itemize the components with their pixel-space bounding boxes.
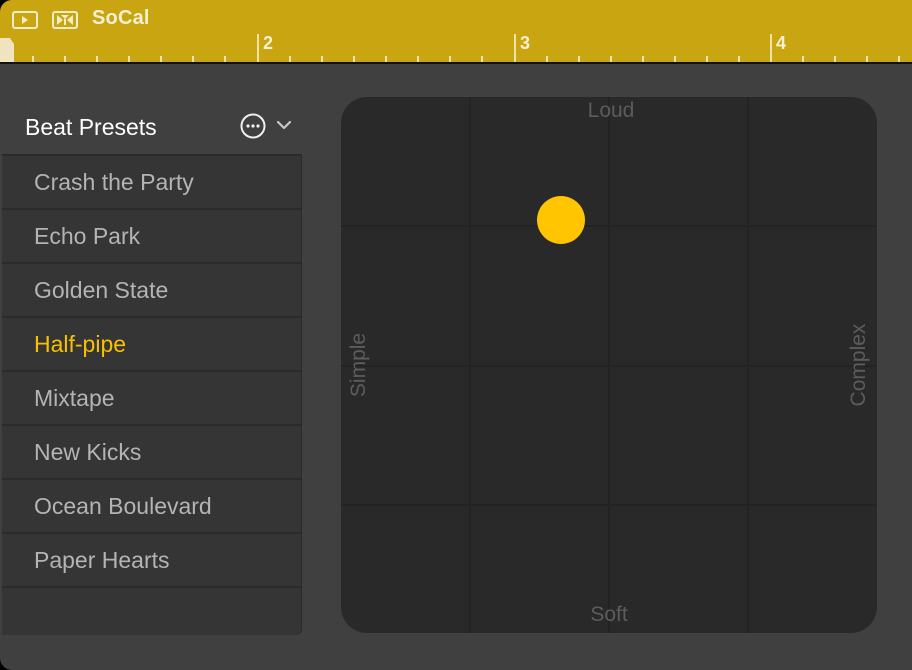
preset-item[interactable]: Crash the Party bbox=[2, 156, 301, 210]
xy-pad-puck[interactable] bbox=[536, 196, 585, 245]
ruler-tick bbox=[706, 56, 708, 62]
preset-item[interactable]: Mixtape bbox=[2, 372, 301, 426]
ruler-tick bbox=[802, 56, 804, 62]
ruler-tick bbox=[866, 56, 868, 62]
bar-label: 4 bbox=[776, 33, 787, 53]
label-complex: Complex bbox=[847, 323, 870, 407]
ruler-tick bbox=[128, 56, 130, 62]
label-simple: Simple bbox=[347, 332, 370, 398]
ruler-tick bbox=[32, 56, 34, 62]
bar-marker bbox=[770, 34, 772, 62]
presets-dropdown-button[interactable] bbox=[275, 118, 293, 132]
chevron-down-icon bbox=[276, 120, 292, 130]
playhead-marker[interactable] bbox=[0, 38, 14, 62]
bar-label: 3 bbox=[520, 33, 531, 53]
ruler-tick bbox=[578, 56, 580, 62]
preset-item[interactable]: Paper Hearts bbox=[2, 534, 301, 588]
more-options-button[interactable] bbox=[240, 113, 266, 139]
preset-list[interactable]: Crash the Party Echo Park Golden State H… bbox=[2, 154, 302, 635]
ruler-tick bbox=[481, 56, 483, 62]
play-icon bbox=[22, 16, 28, 24]
ruler-tick bbox=[642, 56, 644, 62]
ruler-tick bbox=[417, 56, 419, 62]
play-button[interactable] bbox=[12, 11, 38, 29]
presets-header: Beat Presets bbox=[2, 98, 302, 154]
ruler-tick bbox=[898, 56, 900, 62]
ellipsis-circle-icon bbox=[240, 113, 266, 139]
grid-line bbox=[341, 504, 877, 506]
ruler-tick bbox=[738, 56, 740, 62]
preset-item[interactable]: Echo Park bbox=[2, 210, 301, 264]
ruler-tick bbox=[192, 56, 194, 62]
ruler-tick bbox=[289, 56, 291, 62]
preset-item[interactable]: Half-pipe bbox=[2, 318, 301, 372]
grid-line bbox=[341, 365, 877, 367]
beat-sequencer-icon bbox=[57, 15, 73, 25]
region-ruler[interactable]: SoCal 2 3 4 bbox=[0, 0, 912, 64]
ruler-tick bbox=[96, 56, 98, 62]
preset-item[interactable]: New Kicks bbox=[2, 426, 301, 480]
ruler-tick bbox=[834, 56, 836, 62]
ruler-tick bbox=[546, 56, 548, 62]
ruler-tick bbox=[449, 56, 451, 62]
label-loud: Loud bbox=[587, 99, 635, 122]
ruler-tick bbox=[160, 56, 162, 62]
ruler-tick bbox=[353, 56, 355, 62]
ruler-tick bbox=[224, 56, 226, 62]
preset-item[interactable]: Golden State bbox=[2, 264, 301, 318]
grid-line bbox=[341, 225, 877, 227]
ruler-tick bbox=[674, 56, 676, 62]
ruler-tick bbox=[64, 56, 66, 62]
drummer-editor: SoCal 2 3 4 Beat Presets Crash the Party… bbox=[0, 0, 912, 670]
bar-marker bbox=[514, 34, 516, 62]
ruler-tick bbox=[385, 56, 387, 62]
xy-pad[interactable]: Loud Soft Simple Complex bbox=[341, 97, 877, 633]
beat-sequencer-button[interactable] bbox=[52, 11, 78, 29]
ruler-tick bbox=[610, 56, 612, 62]
bar-marker bbox=[257, 34, 259, 62]
bar-label: 2 bbox=[263, 33, 274, 53]
ruler-tick bbox=[321, 56, 323, 62]
region-name: SoCal bbox=[92, 7, 150, 29]
label-soft: Soft bbox=[590, 603, 628, 626]
preset-item[interactable]: Ocean Boulevard bbox=[2, 480, 301, 534]
presets-title: Beat Presets bbox=[25, 114, 157, 140]
